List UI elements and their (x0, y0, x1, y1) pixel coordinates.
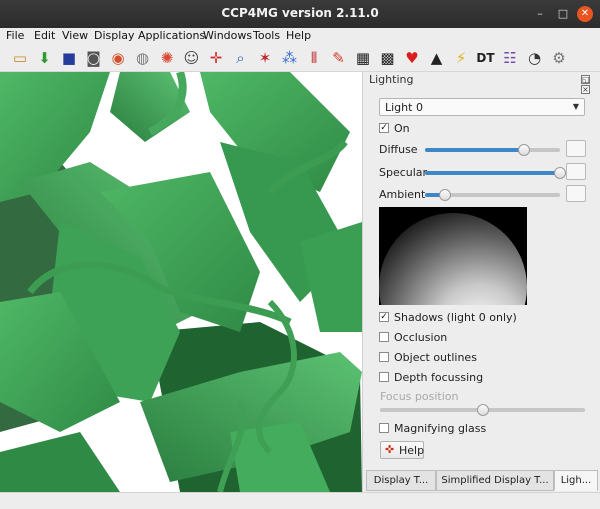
color-wheel-icon[interactable]: ✺ (156, 47, 178, 69)
lighting-preview[interactable] (379, 207, 527, 305)
download-icon[interactable]: ⬇ (34, 47, 56, 69)
diffuse-label: Diffuse (379, 143, 418, 156)
heart-icon[interactable]: ♥ (401, 47, 423, 69)
movie-star-icon[interactable]: ▩ (377, 47, 399, 69)
depth-focussing-checkbox[interactable] (379, 372, 389, 382)
ambient-color-button[interactable] (566, 185, 586, 202)
menu-bar: File Edit View Display Applications Wind… (0, 28, 600, 44)
on-label: On (394, 122, 410, 135)
menu-help[interactable]: Help (286, 29, 311, 42)
zoom-icon[interactable]: ⌕ (230, 47, 252, 69)
pen-icon[interactable]: ✎ (328, 47, 350, 69)
measure-icon[interactable]: ✶ (254, 47, 276, 69)
title-bar: CCP4MG version 2.11.0 – □ ✕ (0, 0, 600, 28)
specular-color-button[interactable] (566, 163, 586, 180)
shaded-sphere (379, 207, 527, 305)
close-panel-icon[interactable]: × (581, 85, 590, 94)
magnifying-glass-label: Magnifying glass (394, 422, 487, 435)
ambient-slider[interactable] (425, 189, 560, 201)
light-select[interactable]: Light 0 ▼ (379, 98, 585, 116)
diffuse-color-button[interactable] (566, 140, 586, 157)
close-button[interactable]: ✕ (577, 6, 593, 22)
menu-display[interactable]: Display (94, 29, 135, 42)
specular-slider-handle[interactable] (554, 167, 566, 179)
tab-display-table[interactable]: Display T... (366, 470, 436, 491)
diffuse-slider[interactable] (425, 144, 560, 156)
graduation-cap-icon[interactable]: ▲ (426, 47, 448, 69)
menu-applications[interactable]: Applications (138, 29, 205, 42)
focus-position-slider-fill (380, 408, 483, 412)
focus-position-label: Focus position (380, 390, 459, 403)
menu-windows[interactable]: Windows (203, 29, 252, 42)
specular-label: Specular (379, 166, 428, 179)
help-icon: ✜ (385, 443, 395, 456)
panel-title: Lighting (369, 73, 414, 86)
help-button-label: Help (399, 444, 425, 457)
object-outlines-checkbox[interactable] (379, 352, 389, 362)
ambient-label: Ambient (379, 188, 426, 201)
molecule-viewport[interactable] (0, 72, 362, 492)
rotate-alt-icon[interactable]: ◍ (132, 47, 154, 69)
head-icon[interactable]: ☺ (181, 47, 203, 69)
shadows-label: Shadows (light 0 only) (394, 311, 517, 324)
magnifying-glass-checkbox[interactable] (379, 423, 389, 433)
help-button[interactable]: ✜ Help (380, 441, 424, 459)
molecule-icon[interactable]: ⁂ (279, 47, 301, 69)
settings-icon[interactable]: ⚙ (548, 47, 570, 69)
menu-edit[interactable]: Edit (34, 29, 55, 42)
open-folder-icon[interactable]: ▭ (9, 47, 31, 69)
movie-icon[interactable]: ▦ (352, 47, 374, 69)
ribbon-rendering (0, 72, 362, 492)
focus-position-slider[interactable] (380, 404, 585, 416)
tab-lighting[interactable]: Ligh... (554, 470, 598, 491)
app-window: CCP4MG version 2.11.0 – □ ✕ File Edit Vi… (0, 0, 600, 509)
toolbar: ▭ ⬇ ■ ◙ ◉ ◍ ✺ ☺ ✛ ⌕ ✶ ⁂ ⦀ ✎ ▦ ▩ ♥ ▲ ⚡ DT ☷ ◔ ⚙ (0, 44, 600, 72)
menu-view[interactable]: View (62, 29, 88, 42)
shadows-checkbox[interactable]: ✓ (379, 312, 389, 322)
eye-pdb-icon[interactable]: ◔ (524, 47, 546, 69)
lighting-panel: Lighting ◱× Light 0 ▼ ✓ On Diffuse Specu… (362, 72, 600, 492)
wand-icon[interactable]: ⚡ (450, 47, 472, 69)
menu-file[interactable]: File (6, 29, 24, 42)
light-select-value: Light 0 (385, 101, 423, 114)
focus-position-slider-handle[interactable] (476, 404, 489, 416)
depth-focussing-label: Depth focussing (394, 371, 484, 384)
specular-slider[interactable] (425, 167, 566, 179)
chevron-down-icon: ▼ (572, 102, 579, 111)
menu-tools[interactable]: Tools (253, 29, 280, 42)
window-title: CCP4MG version 2.11.0 (221, 6, 379, 20)
maximize-button[interactable]: □ (555, 6, 571, 22)
camera-icon[interactable]: ◙ (83, 47, 105, 69)
float-panel-icon[interactable]: ◱ (581, 75, 590, 84)
display-mode-icon[interactable]: ☷ (499, 47, 521, 69)
specular-slider-fill (425, 171, 560, 175)
simple-dt-icon[interactable]: DT (475, 47, 497, 69)
rotate-icon[interactable]: ◉ (107, 47, 129, 69)
tab-simplified-display-table[interactable]: Simplified Display T... (436, 470, 554, 491)
occlusion-label: Occlusion (394, 331, 448, 344)
status-bar (0, 492, 600, 509)
panel-window-buttons: ◱× (579, 75, 600, 95)
dna-icon[interactable]: ⦀ (303, 47, 325, 69)
object-outlines-label: Object outlines (394, 351, 477, 364)
dock-tabs: Display T... Simplified Display T... Lig… (362, 470, 600, 492)
save-icon[interactable]: ■ (58, 47, 80, 69)
minimize-button[interactable]: – (532, 6, 548, 22)
center-icon[interactable]: ✛ (205, 47, 227, 69)
occlusion-checkbox[interactable] (379, 332, 389, 342)
diffuse-slider-fill (425, 148, 524, 152)
on-checkbox[interactable]: ✓ (379, 123, 389, 133)
diffuse-slider-handle[interactable] (517, 144, 530, 156)
ambient-slider-handle[interactable] (439, 189, 452, 201)
